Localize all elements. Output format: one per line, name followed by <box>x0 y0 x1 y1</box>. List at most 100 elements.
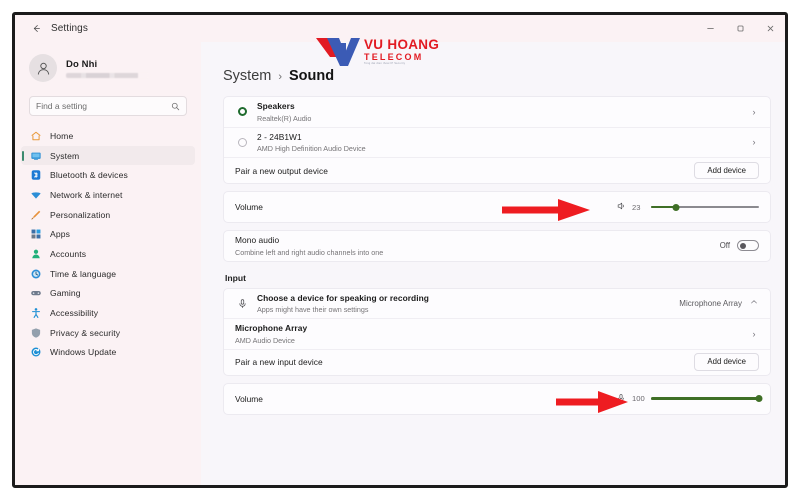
input-device-microphone-array[interactable]: Microphone Array AMD Audio Device › <box>224 318 770 349</box>
sidebar-item-label: System <box>50 150 80 161</box>
bluetooth-icon <box>29 169 42 182</box>
input-volume-card: Volume 100 <box>223 382 771 415</box>
input-device-texts: Microphone Array AMD Audio Device <box>235 319 749 349</box>
profile-text: Do Nhi <box>66 59 150 78</box>
sidebar-item-network-internet[interactable]: Network & internet <box>15 185 201 205</box>
chevron-up-icon[interactable] <box>749 298 759 308</box>
input-section-label: Input <box>225 272 246 283</box>
breadcrumb: System › Sound <box>223 68 771 84</box>
accessibility-icon <box>29 307 42 320</box>
maximize-icon <box>737 25 743 32</box>
output-volume-card: Volume 23 <box>223 191 771 223</box>
pair-input-texts: Pair a new input device <box>235 353 694 371</box>
window-body: Do Nhi Find a setting Home System Blueto… <box>15 42 785 485</box>
window-title: Settings <box>51 23 88 34</box>
gamepad-icon <box>29 287 42 300</box>
microphone-icon <box>235 298 249 309</box>
minimize-icon <box>706 28 714 29</box>
close-button[interactable] <box>755 15 785 42</box>
settings-window: Settings Do Nhi Find a setting Home Syst… <box>15 15 785 485</box>
mono-audio-row: Mono audio Combine left and right audio … <box>224 231 770 261</box>
mono-audio-toggle[interactable] <box>737 240 759 252</box>
pair-new-output-device-row: Pair a new output device Add device <box>224 157 770 183</box>
title-bar: Settings <box>15 15 785 42</box>
sidebar-item-accounts[interactable]: Accounts <box>15 244 201 264</box>
sidebar-item-label: Accessibility <box>50 308 99 319</box>
chevron-right-icon[interactable]: › <box>749 329 759 339</box>
chevron-right-icon[interactable]: › <box>749 137 759 147</box>
mono-audio-state: Off <box>719 241 730 251</box>
input-chooser-texts: Choose a device for speaking or recordin… <box>257 289 679 319</box>
sidebar-item-label: Windows Update <box>50 347 117 358</box>
search-box[interactable] <box>29 96 187 116</box>
output-device-subtitle: AMD High Definition Audio Device <box>257 144 366 153</box>
sidebar-item-gaming[interactable]: Gaming <box>15 284 201 304</box>
output-volume-label: Volume <box>235 202 263 212</box>
slider-fill <box>651 397 759 400</box>
sidebar-item-bluetooth-devices[interactable]: Bluetooth & devices <box>15 165 201 185</box>
sidebar-item-accessibility[interactable]: Accessibility <box>15 303 201 323</box>
toggle-knob <box>740 242 746 249</box>
home-icon <box>29 129 42 142</box>
output-volume-control: 23 <box>616 198 759 216</box>
sidebar-item-label: Bluetooth & devices <box>50 170 128 181</box>
speaker-icon[interactable] <box>616 198 626 216</box>
sidebar-item-system[interactable]: System <box>21 145 195 166</box>
pair-output-label: Pair a new output device <box>235 165 328 176</box>
output-volume-value: 23 <box>632 202 641 212</box>
user-profile[interactable]: Do Nhi <box>15 48 201 88</box>
search-icon <box>171 102 180 110</box>
input-chooser-value: Microphone Array <box>679 298 742 308</box>
screenshot-root: Settings Do Nhi Find a setting Home Syst… <box>0 0 800 500</box>
sidebar-nav: Home System Bluetooth & devices Network … <box>15 126 201 362</box>
sidebar-item-label: Personalization <box>50 209 111 220</box>
breadcrumb-separator: › <box>278 71 283 83</box>
output-devices-card: Speakers Realtek(R) Audio › 2 - 24B1W1 A… <box>223 96 771 184</box>
output-device-speakers[interactable]: Speakers Realtek(R) Audio › <box>224 97 770 127</box>
window-controls <box>695 15 785 42</box>
back-button[interactable] <box>23 19 49 39</box>
input-volume-control: 100 <box>616 390 763 408</box>
output-volume-slider[interactable] <box>651 202 759 212</box>
radio-unselected-icon[interactable] <box>235 137 249 147</box>
sidebar-item-home[interactable]: Home <box>15 126 201 146</box>
slider-thumb[interactable] <box>672 203 680 211</box>
add-output-device-button[interactable]: Add device <box>694 161 759 180</box>
input-volume-value: 100 <box>632 394 645 403</box>
input-volume-slider[interactable] <box>651 394 763 404</box>
clock-icon <box>29 267 42 280</box>
back-arrow-icon <box>33 25 40 32</box>
pair-output-texts: Pair a new output device <box>235 162 694 180</box>
search-input[interactable] <box>36 101 171 111</box>
minimize-button[interactable] <box>695 15 725 42</box>
sidebar-item-time-language[interactable]: Time & language <box>15 264 201 284</box>
input-device-subtitle: AMD Audio Device <box>235 335 295 345</box>
breadcrumb-parent[interactable]: System <box>223 68 271 84</box>
output-device-texts: 2 - 24B1W1 AMD High Definition Audio Dev… <box>257 128 749 158</box>
account-icon <box>29 247 42 260</box>
mono-audio-toggle-wrap[interactable]: Off <box>719 240 759 252</box>
sidebar-item-apps[interactable]: Apps <box>15 224 201 244</box>
apps-icon <box>29 228 42 241</box>
chevron-right-icon[interactable]: › <box>749 107 759 117</box>
mono-audio-texts: Mono audio Combine left and right audio … <box>235 231 720 261</box>
sidebar-item-label: Privacy & security <box>50 327 121 338</box>
system-icon <box>29 149 42 162</box>
output-volume-row: Volume 23 <box>224 192 770 222</box>
sidebar-item-privacy-security[interactable]: Privacy & security <box>15 323 201 343</box>
wifi-icon <box>29 188 42 201</box>
sidebar-item-personalization[interactable]: Personalization <box>15 205 201 225</box>
mono-audio-title: Mono audio <box>235 235 280 245</box>
slider-thumb[interactable] <box>755 395 763 402</box>
sidebar-item-label: Gaming <box>50 288 81 299</box>
output-device-subtitle: Realtek(R) Audio <box>257 113 312 123</box>
input-device-chooser-row[interactable]: Choose a device for speaking or recordin… <box>224 289 770 319</box>
microphone-icon[interactable] <box>616 390 626 408</box>
output-device-monitor[interactable]: 2 - 24B1W1 AMD High Definition Audio Dev… <box>224 126 770 158</box>
sidebar-item-windows-update[interactable]: Windows Update <box>15 343 201 363</box>
add-input-device-button[interactable]: Add device <box>694 353 759 371</box>
maximize-button[interactable] <box>725 15 755 42</box>
output-device-name: Speakers <box>257 101 295 111</box>
radio-selected-icon[interactable] <box>235 107 249 117</box>
mono-audio-card: Mono audio Combine left and right audio … <box>223 230 771 262</box>
